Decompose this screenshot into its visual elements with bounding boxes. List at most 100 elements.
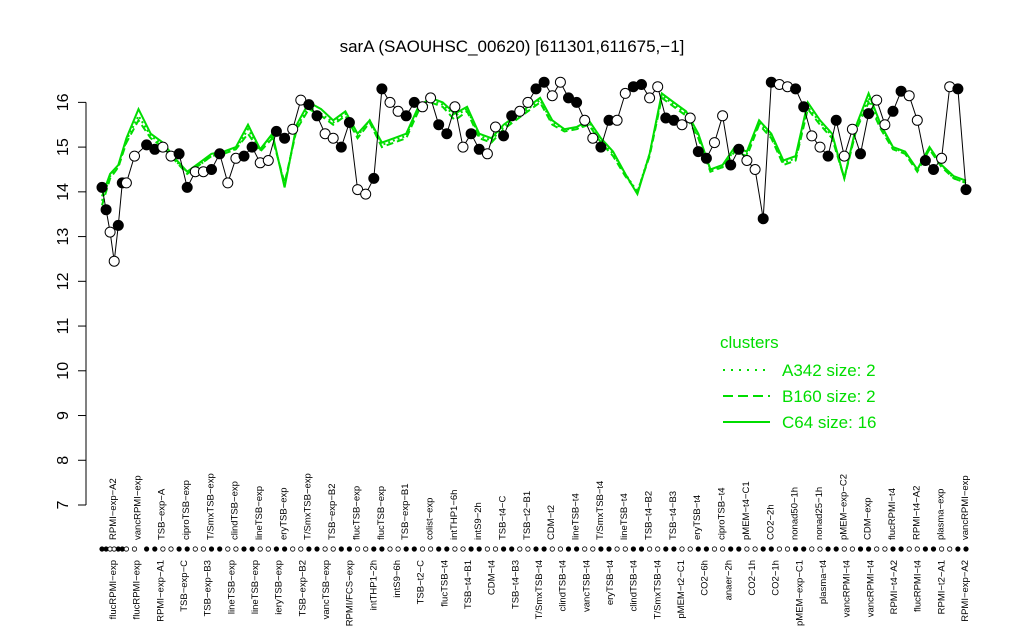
x-tick-label-bottom: flucRPMI−exp xyxy=(108,560,119,619)
data-point xyxy=(619,87,631,99)
rug-point xyxy=(825,546,831,552)
data-point xyxy=(360,188,372,200)
x-tick-label-bottom: CO2−1h xyxy=(771,560,782,596)
x-tick-label-bottom: T/SmxTSB−t4 xyxy=(652,560,663,619)
rug-point xyxy=(582,546,588,552)
rug-point xyxy=(947,546,953,552)
x-tick-label-top: ciproTSB−t4 xyxy=(717,487,728,540)
data-point xyxy=(108,255,120,267)
x-tick-label-bottom: CO2−1h xyxy=(747,560,758,596)
sample-line xyxy=(101,81,967,262)
x-tick-label-bottom: lineTSB−exp xyxy=(226,560,237,614)
y-tick-label: 13 xyxy=(55,228,72,246)
rug-point xyxy=(728,546,734,552)
data-point xyxy=(757,213,769,225)
data-point xyxy=(181,181,193,193)
y-tick-label: 10 xyxy=(55,362,72,380)
x-tick-label-top: TSB−t4−C xyxy=(498,496,509,540)
rug-point xyxy=(776,546,783,552)
data-point xyxy=(733,143,745,155)
data-point xyxy=(417,101,428,113)
x-tick-label-bottom: clindTSB−t4 xyxy=(629,560,640,612)
x-tick-label-top: lineTSB−t4 xyxy=(571,493,582,540)
rug-point xyxy=(184,546,190,552)
rug-point xyxy=(403,546,409,552)
data-point xyxy=(222,177,234,189)
data-point xyxy=(798,101,810,113)
data-point xyxy=(595,141,607,153)
rug-point xyxy=(176,546,182,552)
x-tick-label-top: T/SmxTSB−exp xyxy=(303,473,314,540)
data-point xyxy=(129,150,140,162)
x-tick-label-bottom: vancTSB−t4 xyxy=(581,560,592,612)
x-tick-label-top: flucTSB−exp xyxy=(351,486,362,540)
rug-point xyxy=(809,546,815,552)
x-tick-label-top: clindTSB−exp xyxy=(230,481,241,540)
x-tick-label-top: TSB−exp−A xyxy=(157,488,168,540)
data-point xyxy=(830,114,842,126)
rug-point xyxy=(630,546,637,552)
x-tick-label-top: pMEM−exp−C2 xyxy=(838,474,849,540)
rug-point xyxy=(265,546,271,552)
x-tick-label-top: TSB−t4−B3 xyxy=(668,491,679,540)
x-tick-label-bottom: eryTSB−t4 xyxy=(605,560,616,605)
x-tick-label-bottom: TSB−exp−C xyxy=(179,560,190,612)
rug-point xyxy=(744,546,750,552)
data-point xyxy=(287,123,299,135)
x-tick-label-top: vancRPMI−exp xyxy=(132,475,143,540)
data-point xyxy=(238,150,250,162)
data-point xyxy=(481,148,493,160)
x-tick-label-bottom: RPMI−t2−A1 xyxy=(936,560,947,614)
data-point xyxy=(806,130,818,142)
x-tick-label-bottom: flucTSB−t4 xyxy=(439,560,450,607)
data-point xyxy=(814,141,826,153)
rug-point xyxy=(768,546,774,552)
rug-point xyxy=(379,546,385,552)
rug-point xyxy=(857,546,864,552)
rug-point xyxy=(792,546,799,552)
x-tick-label-bottom: vancRPMI−t4 xyxy=(842,560,853,617)
rug-point xyxy=(914,546,920,552)
x-tick-label-top: TSB−exp−B2 xyxy=(327,483,338,540)
x-tick-label-top: TSB−t2−B1 xyxy=(522,491,533,540)
x-tick-label-bottom: TSB−t4−B3 xyxy=(510,560,521,609)
x-tick-label-bottom: pMEM−exp−C1 xyxy=(794,560,805,626)
data-point xyxy=(303,99,315,111)
rug-point xyxy=(874,546,880,552)
data-point xyxy=(246,141,258,153)
rug-point xyxy=(760,546,766,552)
data-point xyxy=(871,94,883,106)
rug-point xyxy=(444,546,450,552)
data-point xyxy=(465,128,477,140)
data-point xyxy=(936,152,948,164)
rug-point xyxy=(906,546,912,552)
rug-point xyxy=(533,546,539,552)
rug-point xyxy=(492,546,499,552)
x-tick-label-top: lineTSB−t4 xyxy=(619,493,630,540)
rug-point xyxy=(817,546,823,552)
data-point xyxy=(587,132,599,144)
data-point xyxy=(822,150,834,162)
rug-point xyxy=(354,546,361,552)
data-point xyxy=(855,148,866,160)
x-tick-label-bottom: TSB−t4−B1 xyxy=(463,560,474,609)
data-point xyxy=(684,112,696,124)
data-point xyxy=(368,172,380,184)
rug-point xyxy=(784,546,791,552)
rug-point xyxy=(671,546,677,552)
y-tick-label: 11 xyxy=(55,318,72,335)
rug-point xyxy=(955,546,961,552)
rug-point xyxy=(395,546,401,552)
rug-point xyxy=(573,546,580,552)
rug-point xyxy=(387,546,393,552)
x-tick-label-top: eryTSB−exp xyxy=(278,487,289,540)
data-point xyxy=(546,90,558,102)
data-point xyxy=(928,164,939,175)
rug-point xyxy=(249,546,255,552)
data-point xyxy=(327,132,339,144)
rug-point xyxy=(841,546,847,552)
chart-title: sarA (SAOUHSC_00620) [611301,611675,−1] xyxy=(340,37,685,56)
x-tick-label-top: CDM−t2 xyxy=(546,505,557,540)
data-point xyxy=(717,110,729,122)
data-point xyxy=(725,159,737,171)
